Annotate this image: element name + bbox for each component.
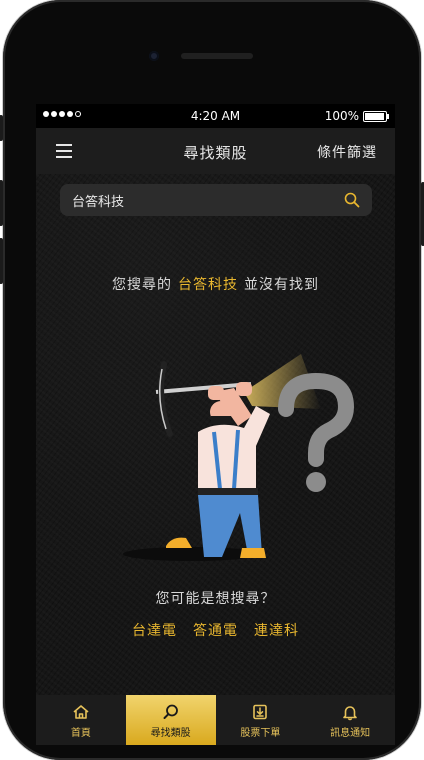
suggestion-item[interactable]: 台達電 bbox=[132, 620, 177, 640]
battery-indicator: 100% bbox=[324, 109, 389, 123]
filter-button[interactable]: 條件篩選 bbox=[317, 142, 377, 162]
suggestion-item[interactable]: 連達科 bbox=[254, 620, 299, 640]
bottom-tab-bar: 首頁 尋找類股 股票下單 訊息通知 bbox=[36, 695, 395, 745]
suggestion-item[interactable]: 答通電 bbox=[193, 620, 238, 640]
suggestion-list: 台達電 答通電 連達科 bbox=[36, 620, 395, 640]
search-input[interactable] bbox=[72, 184, 332, 216]
tab-stock-order[interactable]: 股票下單 bbox=[216, 695, 306, 745]
order-icon bbox=[253, 704, 268, 720]
earpiece-speaker bbox=[181, 53, 253, 59]
tab-label: 訊息通知 bbox=[330, 728, 371, 739]
tab-label: 首頁 bbox=[70, 728, 91, 739]
volume-down-button bbox=[0, 238, 3, 284]
tab-label: 股票下單 bbox=[240, 728, 281, 739]
not-found-message: 您搜尋的 台答科技 並沒有找到 bbox=[36, 274, 395, 294]
searched-keyword: 台答科技 bbox=[178, 277, 238, 293]
mute-switch bbox=[0, 115, 3, 141]
volume-up-button bbox=[0, 180, 3, 226]
top-navbar: 尋找類股 條件篩選 bbox=[36, 128, 395, 174]
main-content: 您搜尋的台答科技並沒有找到 bbox=[36, 174, 395, 695]
suggestion-title: 您可能是想搜尋？ bbox=[155, 591, 276, 607]
battery-percent: 100% bbox=[324, 109, 359, 123]
home-icon bbox=[73, 705, 89, 719]
search-icon[interactable] bbox=[344, 192, 360, 208]
search-icon bbox=[163, 704, 178, 719]
front-camera bbox=[149, 51, 159, 61]
tab-notifications[interactable]: 訊息通知 bbox=[305, 695, 395, 745]
not-found-prefix: 您搜尋的 bbox=[112, 277, 172, 293]
tab-find-stocks[interactable]: 尋找類股 bbox=[125, 695, 216, 745]
app-screen: 4:20 AM 100% 尋找類股 條件篩選 您搜尋的台答科技並沒有找到 bbox=[36, 104, 395, 745]
battery-icon bbox=[363, 110, 389, 122]
status-bar: 4:20 AM 100% bbox=[36, 104, 395, 128]
tab-home[interactable]: 首頁 bbox=[36, 695, 126, 745]
phone-frame: 4:20 AM 100% 尋找類股 條件篩選 您搜尋的台答科技並沒有找到 bbox=[0, 0, 424, 760]
not-found-suffix: 並沒有找到 bbox=[244, 277, 319, 293]
tab-label: 尋找類股 bbox=[150, 728, 191, 739]
bell-icon bbox=[343, 706, 357, 721]
search-bar bbox=[60, 184, 372, 216]
miner-question-illustration bbox=[123, 354, 355, 561]
